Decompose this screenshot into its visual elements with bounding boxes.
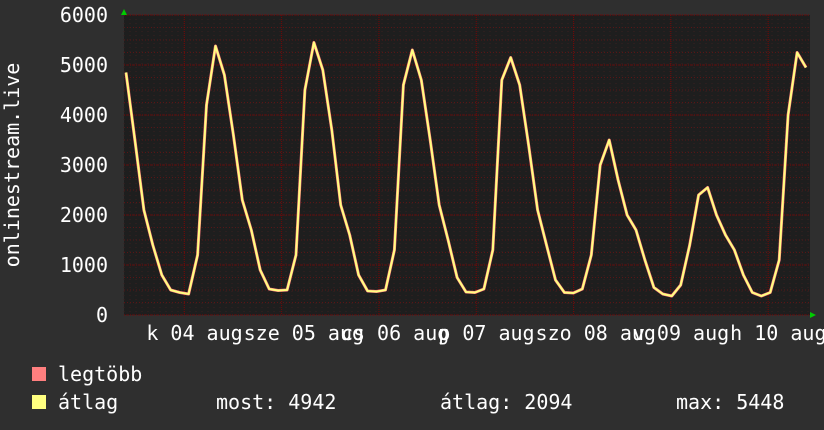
- stat-max: max: 5448: [676, 390, 785, 414]
- legend-swatch-max: [32, 367, 46, 381]
- y-tick-label: 0: [96, 303, 108, 327]
- y-tick-label: 6000: [60, 3, 108, 27]
- y-tick-label: 5000: [60, 53, 108, 77]
- x-tick-label: v 09 aug: [633, 321, 729, 345]
- y-tick-label: 1000: [60, 253, 108, 277]
- legend-item-avg: átlag: [32, 390, 118, 414]
- stat-avg: átlag: 2094: [440, 390, 573, 414]
- y-tick-label: 3000: [60, 153, 108, 177]
- legend-label-max: legtöbb: [58, 362, 143, 386]
- x-axis-ticks: k 04 aug sze 05 augcs 06 augp 07 aug szo 0…: [146, 321, 824, 345]
- x-tick-label: cs 06 aug: [341, 321, 449, 345]
- x-tick-label: p 07 aug: [438, 321, 534, 345]
- y-tick-label: 2000: [60, 203, 108, 227]
- y-axis-arrow-icon: [121, 9, 127, 15]
- stat-now: most: 4942: [216, 390, 337, 414]
- legend-item-max: legtöbb: [32, 362, 142, 386]
- y-axis-label: onlinestream.live: [0, 63, 24, 268]
- legend-swatch-avg: [32, 395, 46, 409]
- x-tick-label: h 10 aug: [730, 321, 824, 345]
- x-tick-label: k 04 aug: [146, 321, 242, 345]
- y-axis-ticks: 0 1000 2000 3000 4000 5000 6000: [60, 3, 108, 327]
- y-tick-label: 4000: [60, 103, 108, 127]
- legend-label-avg: átlag: [58, 390, 119, 414]
- x-axis-arrow-icon: [810, 312, 816, 318]
